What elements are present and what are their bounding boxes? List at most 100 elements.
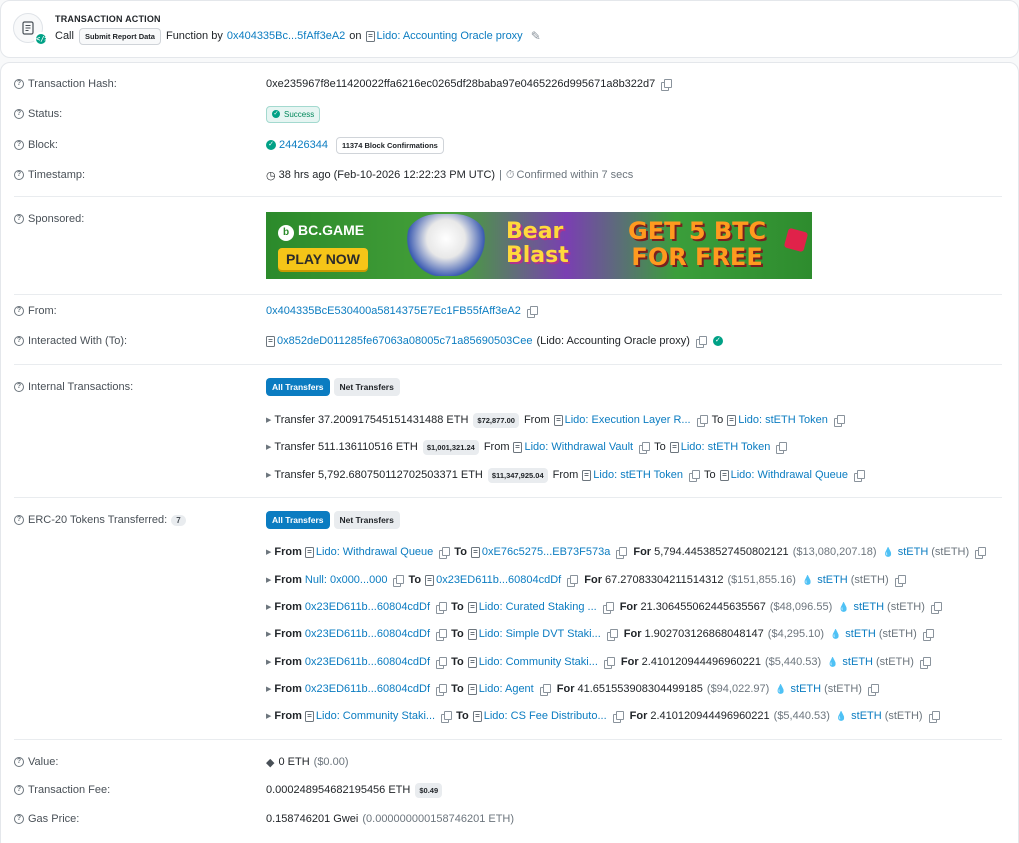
erc20-to-link[interactable]: Lido: Curated Staking ... — [479, 601, 597, 613]
help-icon[interactable]: ? — [14, 382, 24, 392]
erc20-to-link[interactable]: 0xE76c5275...EB73F573a — [482, 546, 610, 558]
for-word: For — [623, 628, 642, 640]
copy-icon[interactable] — [616, 547, 628, 559]
erc20-transfer-content: ▶ From 0x23ED611b...60804cdDf To Lido: Simpl… — [266, 628, 934, 641]
for-word: For — [620, 656, 639, 668]
caret-right-icon[interactable]: ▶ — [266, 658, 271, 666]
erc20-to-link[interactable]: Lido: Agent — [479, 683, 534, 695]
caret-right-icon[interactable]: ▶ — [266, 576, 271, 584]
copy-icon[interactable] — [567, 575, 579, 587]
tab-net-transfers[interactable]: Net Transfers — [333, 378, 400, 396]
copy-icon[interactable] — [439, 547, 451, 559]
copy-icon[interactable] — [776, 442, 788, 454]
help-icon[interactable]: ? — [14, 306, 24, 316]
erc20-token-link[interactable]: stETH — [842, 656, 873, 668]
copy-icon[interactable] — [602, 602, 614, 614]
action-from-link[interactable]: 0x404335Bc...5fAff3eA2 — [227, 30, 345, 42]
sponsored-banner[interactable]: b BC.GAME PLAY NOW Bear Blast GET 5 BTC FOR… — [266, 212, 812, 279]
copy-icon[interactable] — [436, 602, 448, 614]
to-address-link[interactable]: 0x852deD011285fe67063a08005c71a85690503C… — [277, 335, 532, 347]
copy-icon[interactable] — [441, 711, 453, 723]
transfer-from-link[interactable]: Lido: stETH Token — [593, 469, 683, 481]
tab-all-transfers[interactable]: All Transfers — [266, 511, 330, 529]
erc20-from-link[interactable]: 0x23ED611b...60804cdDf — [305, 656, 430, 668]
tab-all-transfers[interactable]: All Transfers — [266, 378, 330, 396]
caret-right-icon[interactable]: ▶ — [266, 712, 271, 720]
action-contract-link[interactable]: Lido: Accounting Oracle proxy — [377, 30, 523, 42]
copy-icon[interactable] — [436, 629, 448, 641]
copy-icon[interactable] — [639, 442, 651, 454]
help-icon[interactable]: ? — [14, 109, 24, 119]
erc20-from-link[interactable]: Lido: Withdrawal Queue — [316, 546, 433, 558]
help-icon[interactable]: ? — [14, 79, 24, 89]
erc20-token-link[interactable]: stETH — [853, 601, 884, 613]
copy-icon[interactable] — [436, 657, 448, 669]
copy-icon[interactable] — [930, 602, 942, 614]
copy-icon[interactable] — [696, 415, 708, 427]
copy-icon[interactable] — [688, 470, 700, 482]
erc20-transfer-row: ▶ From 0x23ED611b...60804cdDf To Lido: Simpl… — [0, 625, 1019, 643]
row-gas-price: ? Gas Price: 0.158746201 Gwei (0.000000000… — [0, 810, 1019, 828]
ad-play-button[interactable]: PLAY NOW — [278, 248, 368, 270]
caret-right-icon[interactable]: ▶ — [266, 548, 271, 556]
from-address-link[interactable]: 0x404335BcE530400a5814375E7Ec1FB55fAff3e… — [266, 305, 521, 317]
copy-icon[interactable] — [975, 547, 987, 559]
transfer-usd-badge: $1,001,321.24 — [422, 439, 479, 455]
erc20-token-link[interactable]: stETH — [851, 710, 882, 722]
method-badge[interactable]: Submit Report Data — [78, 27, 161, 45]
copy-icon[interactable] — [539, 684, 551, 696]
copy-icon[interactable] — [436, 684, 448, 696]
help-icon[interactable]: ? — [14, 757, 24, 767]
copy-icon[interactable] — [894, 575, 906, 587]
caret-right-icon[interactable]: ▶ — [266, 630, 271, 638]
erc20-token-link[interactable]: stETH — [791, 683, 822, 695]
caret-right-icon[interactable]: ▶ — [266, 416, 271, 424]
edit-pencil-icon[interactable]: ✎ — [531, 29, 541, 43]
copy-icon[interactable] — [854, 470, 866, 482]
erc20-to-link[interactable]: Lido: Simple DVT Staki... — [479, 628, 601, 640]
erc20-to-link[interactable]: 0x23ED611b...60804cdDf — [436, 574, 561, 586]
erc20-token-link[interactable]: stETH — [845, 628, 876, 640]
caret-right-icon[interactable]: ▶ — [266, 685, 271, 693]
tab-net-transfers[interactable]: Net Transfers — [333, 511, 400, 529]
transfer-from-link[interactable]: Lido: Execution Layer R... — [565, 414, 691, 426]
caret-right-icon[interactable]: ▶ — [266, 603, 271, 611]
copy-icon[interactable] — [919, 657, 931, 669]
copy-icon[interactable] — [922, 629, 934, 641]
caret-right-icon[interactable]: ▶ — [266, 471, 271, 479]
erc20-token-link[interactable]: stETH — [817, 574, 848, 586]
transfer-to-link[interactable]: Lido: stETH Token — [681, 441, 771, 453]
copy-icon[interactable] — [612, 711, 624, 723]
erc20-from-link[interactable]: 0x23ED611b...60804cdDf — [305, 683, 430, 695]
erc20-from-link[interactable]: 0x23ED611b...60804cdDf — [305, 628, 430, 640]
transfer-from-link[interactable]: Lido: Withdrawal Vault — [524, 441, 633, 453]
help-icon[interactable]: ? — [14, 515, 24, 525]
document-code-icon: </> — [13, 13, 49, 46]
copy-icon[interactable] — [661, 79, 673, 91]
caret-right-icon[interactable]: ▶ — [266, 443, 271, 451]
copy-icon[interactable] — [393, 575, 405, 587]
help-icon[interactable]: ? — [14, 140, 24, 150]
block-link[interactable]: 24426344 — [279, 139, 328, 151]
erc20-to-link[interactable]: Lido: Community Staki... — [479, 656, 598, 668]
transfer-to-link[interactable]: Lido: Withdrawal Queue — [731, 469, 848, 481]
copy-icon[interactable] — [526, 306, 538, 318]
copy-icon[interactable] — [833, 415, 845, 427]
erc20-from-link[interactable]: 0x23ED611b...60804cdDf — [305, 601, 430, 613]
copy-icon[interactable] — [603, 657, 615, 669]
copy-icon[interactable] — [695, 336, 707, 348]
help-icon[interactable]: ? — [14, 814, 24, 824]
erc20-from-link[interactable]: Lido: Community Staki... — [316, 710, 435, 722]
transfer-to-link[interactable]: Lido: stETH Token — [738, 414, 828, 426]
help-icon[interactable]: ? — [14, 170, 24, 180]
help-icon[interactable]: ? — [14, 336, 24, 346]
copy-icon[interactable] — [606, 629, 618, 641]
erc20-to-link[interactable]: Lido: CS Fee Distributo... — [484, 710, 607, 722]
erc20-from-link[interactable]: Null: 0x000...000 — [305, 574, 388, 586]
copy-icon[interactable] — [867, 684, 879, 696]
copy-icon[interactable] — [928, 711, 940, 723]
help-icon[interactable]: ? — [14, 785, 24, 795]
label-text: Status: — [28, 108, 63, 120]
erc20-token-link[interactable]: stETH — [898, 546, 929, 558]
help-icon[interactable]: ? — [14, 214, 24, 224]
